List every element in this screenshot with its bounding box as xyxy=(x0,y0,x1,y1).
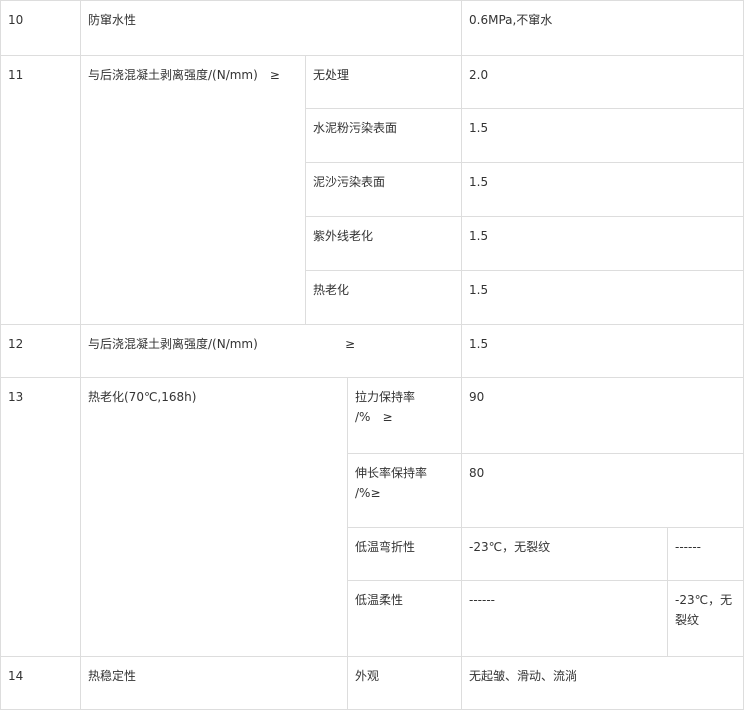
rule-left xyxy=(0,0,1,710)
sub-item-label: 无处理 xyxy=(313,68,350,82)
item-value: 1.5 xyxy=(469,175,489,189)
label-line: /%≥ xyxy=(355,486,381,500)
value-line: 裂纹 xyxy=(675,613,700,627)
rule-11d xyxy=(305,270,744,271)
label-line: 伸长率保持率 xyxy=(355,466,428,480)
item-value: 90 xyxy=(469,390,485,404)
row-number: 14 xyxy=(8,669,24,683)
rule-bottom xyxy=(0,709,744,710)
item-value: 1.5 xyxy=(469,121,489,135)
item-value: -23℃，无裂纹 xyxy=(469,540,551,554)
item-value: 1.5 xyxy=(469,337,489,351)
item-value: 80 xyxy=(469,466,485,480)
label-line: 拉力保持率 xyxy=(355,390,416,404)
item-value-alt: -23℃，无 裂纹 xyxy=(667,580,732,630)
sub-item-label: 低温柔性 xyxy=(355,593,404,607)
item-value: 1.5 xyxy=(469,283,489,297)
row-number: 11 xyxy=(8,68,24,82)
sub-item-label: 泥沙污染表面 xyxy=(313,175,386,189)
item-value: 无起皱、滑动、流淌 xyxy=(469,669,578,683)
item-name: 热老化(70℃,168h) xyxy=(88,390,197,404)
sub-item-label: 低温弯折性 xyxy=(355,540,416,554)
item-value: 1.5 xyxy=(469,229,489,243)
sub-item-label: 紫外线老化 xyxy=(313,229,374,243)
item-name: 与后浇混凝土剥离强度/(N/mm) ≥ xyxy=(88,68,280,82)
row-number: 12 xyxy=(8,337,24,351)
item-name: 防窜水性 xyxy=(88,13,137,27)
item-value: 2.0 xyxy=(469,68,489,82)
row-number: 13 xyxy=(8,390,24,404)
label-line: /% ≥ xyxy=(355,410,393,424)
sub-item-label: 水泥粉污染表面 xyxy=(313,121,398,135)
item-value: ------ xyxy=(469,593,495,607)
sub-item-label: 伸长率保持率 /%≥ xyxy=(347,453,427,503)
rule-col1 xyxy=(80,0,81,710)
item-name: 热稳定性 xyxy=(88,669,137,683)
item-value: 0.6MPa,不窜水 xyxy=(469,13,553,27)
value-line: -23℃，无 xyxy=(675,593,733,607)
sub-item-label: 拉力保持率 /% ≥ xyxy=(347,377,415,427)
sub-item-label: 热老化 xyxy=(313,283,350,297)
item-value-alt: ------ xyxy=(675,540,701,554)
sub-item-label: 外观 xyxy=(355,669,380,683)
ge-symbol: ≥ xyxy=(345,337,356,351)
item-name: 与后浇混凝土剥离强度/(N/mm) xyxy=(88,337,258,351)
row-number: 10 xyxy=(8,13,24,27)
